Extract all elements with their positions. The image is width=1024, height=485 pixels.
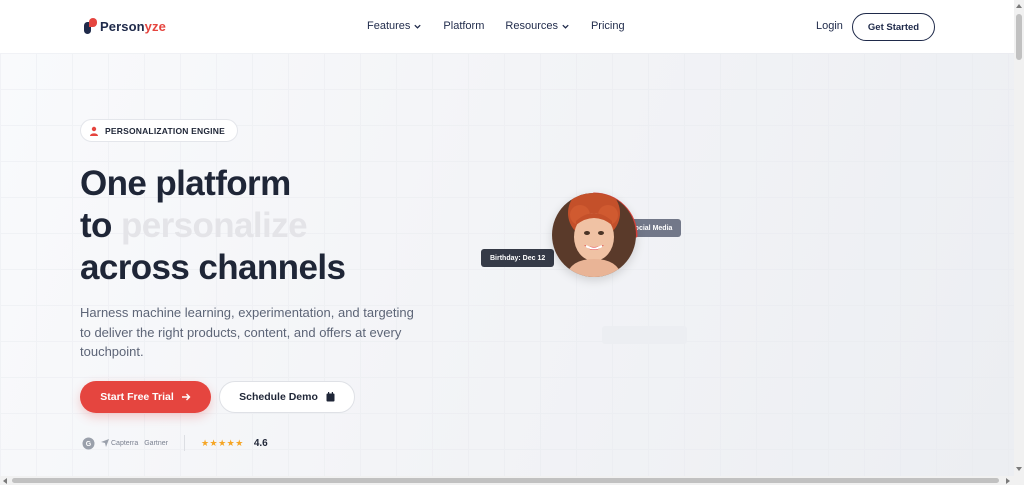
rating-score: 4.6: [253, 437, 268, 449]
gartner-label: Gartner: [144, 439, 168, 447]
nav-item-platform[interactable]: Platform: [443, 20, 484, 32]
birthday-tag: Birthday: Dec 12: [481, 249, 555, 267]
hero-title: One platform to personalize across chann…: [80, 163, 346, 289]
animated-word: personalize: [120, 206, 308, 245]
hero-subtitle: Harness machine learning, experimentatio…: [80, 305, 414, 359]
hero-title-line-2: to personalize: [80, 206, 308, 245]
login-link[interactable]: Login: [816, 20, 843, 32]
calendar-icon: [326, 392, 335, 402]
vertical-scroll-thumb[interactable]: [1016, 14, 1022, 60]
scroll-right-arrow-icon[interactable]: [1006, 478, 1010, 484]
user-icon: [90, 126, 98, 136]
capterra-label: Capterra: [111, 439, 139, 447]
svg-text:G: G: [86, 441, 92, 448]
scroll-left-arrow-icon[interactable]: [3, 478, 7, 484]
woman-portrait-image: [552, 193, 636, 277]
schedule-demo-button[interactable]: Schedule Demo: [219, 381, 355, 413]
rating-row: G Capterra Gartner ★★★★★ 4.6: [82, 435, 268, 451]
nav-item-resources[interactable]: Resources: [505, 20, 570, 32]
nav-item-label: Platform: [443, 20, 485, 32]
button-label: Schedule Demo: [239, 391, 318, 403]
faded-tag: [602, 326, 687, 344]
divider: [183, 435, 185, 451]
capterra-logo-icon: [101, 439, 109, 447]
logo-icon: [84, 18, 97, 34]
nav-item-pricing[interactable]: Pricing: [591, 20, 625, 32]
nav-item-label: Resources: [505, 20, 558, 32]
vertical-scrollbar[interactable]: [1014, 0, 1024, 476]
profile-avatar: [552, 193, 636, 277]
logo[interactable]: Personyze: [84, 18, 166, 34]
hero-section: PERSONALIZATION ENGINE One platform to p…: [0, 53, 1014, 476]
g2-logo-icon: G: [82, 437, 95, 449]
nav-item-features[interactable]: Features: [367, 20, 422, 32]
get-started-button[interactable]: Get Started: [852, 13, 935, 41]
rating-stars: ★★★★★: [200, 437, 244, 448]
chevron-down-icon: [562, 24, 569, 29]
hero-title-line-1: One platform: [80, 164, 291, 203]
start-free-trial-button[interactable]: Start Free Trial: [80, 381, 211, 413]
section-badge: PERSONALIZATION ENGINE: [80, 119, 238, 142]
logo-text: Personyze: [100, 18, 166, 34]
chevron-down-icon: [414, 24, 422, 29]
button-label: Start Free Trial: [100, 391, 174, 403]
nav-item-label: Pricing: [590, 20, 625, 32]
scroll-down-arrow-icon[interactable]: [1016, 467, 1022, 471]
horizontal-scroll-thumb[interactable]: [12, 478, 999, 483]
hero-title-line-3: across channels: [80, 248, 346, 287]
badge-label: PERSONALIZATION ENGINE: [105, 125, 225, 136]
scroll-up-arrow-icon[interactable]: [1016, 4, 1022, 8]
arrow-right-icon: [181, 393, 191, 401]
nav-item-label: Features: [367, 20, 411, 32]
main-menu: Features Platform Resources Pricing: [367, 20, 646, 32]
top-navigation: Personyze Features Platform Resources Pr…: [0, 0, 1014, 53]
